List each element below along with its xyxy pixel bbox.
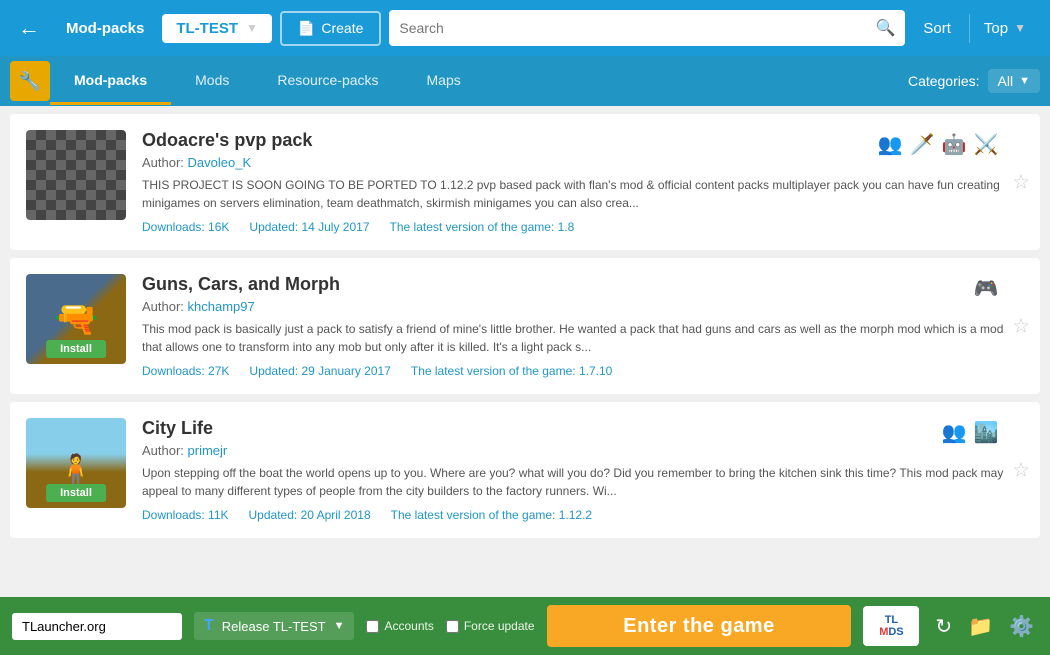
bottom-icons: ↻ 📁 ⚙️ [931,610,1038,643]
categories-dropdown-arrow: ▼ [1019,75,1030,87]
favorite-button-guns[interactable]: ☆ [1012,314,1030,339]
top-selector[interactable]: Top ▼ [969,14,1040,43]
create-icon: 📄 [298,20,315,37]
downloads-odoacre: 16K [208,220,229,234]
tag-robot-icon: 🤖 [940,130,968,158]
enter-game-button[interactable]: Enter the game [547,605,852,647]
mod-desc-odoacre: THIS PROJECT IS SOON GOING TO BE PORTED … [142,176,1024,212]
mod-title-city: City Life [142,418,1024,439]
downloads-city: 11K [208,508,228,522]
mod-meta-city: Downloads: 11K Updated: 20 April 2018 Th… [142,508,1024,522]
profile-selector[interactable]: TL-TEST ▼ [162,14,272,43]
settings-button[interactable]: ⚙️ [1005,610,1038,643]
search-box: 🔍 [389,10,905,46]
tag-players-icon: 👥 [876,130,904,158]
tl-release-icon: T [204,617,214,635]
mod-tags-odoacre: 👥 🗡️ 🤖 ⚔️ [876,130,1000,158]
tag-game-icon: 🎮 [972,274,1000,302]
categories-selector[interactable]: All ▼ [988,69,1040,93]
mod-author-city: Author: primejr [142,443,1024,458]
tag-swords-icon: ⚔️ [972,130,1000,158]
search-icon: 🔍 [875,18,895,38]
mod-meta-odoacre: Downloads: 16K Updated: 14 July 2017 The… [142,220,1024,234]
mod-image-odoacre [26,130,126,220]
force-update-checkbox[interactable] [446,620,459,633]
updated-guns: 29 January 2017 [301,364,390,378]
profile-dropdown-arrow: ▼ [246,21,258,35]
accounts-checkbox[interactable] [366,620,379,633]
favorite-button-odoacre[interactable]: ☆ [1012,170,1030,195]
downloads-guns: 27K [208,364,229,378]
content-area: Odoacre's pvp pack Author: Davoleo_K THI… [0,106,1050,597]
refresh-button[interactable]: ↻ [931,610,956,643]
mod-author-link-guns[interactable]: khchamp97 [188,299,255,314]
tag-players2-icon: 👥 [940,418,968,446]
mod-author-link-odoacre[interactable]: Davoleo_K [188,155,252,170]
updated-city: 20 April 2018 [301,508,371,522]
favorite-button-city[interactable]: ☆ [1012,458,1030,483]
version-odoacre: 1.8 [558,220,575,234]
bottom-bar: T Release TL-TEST ▼ Accounts Force updat… [0,597,1050,655]
mod-meta-guns: Downloads: 27K Updated: 29 January 2017 … [142,364,1024,378]
app-name-label: Mod-packs [56,14,154,43]
mod-desc-city: Upon stepping off the boat the world ope… [142,464,1024,500]
accounts-label: Accounts [384,619,433,633]
create-button[interactable]: 📄 Create [280,11,381,46]
categories-label: Categories: [908,73,980,89]
accounts-checkbox-group: Accounts [366,619,433,633]
mod-card-odoacre: Odoacre's pvp pack Author: Davoleo_K THI… [10,114,1040,250]
mod-image-guns: 🔫 Install [26,274,126,364]
settings-icon-button[interactable]: 🔧 [10,61,50,101]
tl-logo[interactable]: TLMDS [863,606,919,646]
force-update-label: Force update [464,619,535,633]
tag-city-icon: 🏙️ [972,418,1000,446]
search-input[interactable] [399,20,869,36]
updated-odoacre: 14 July 2017 [301,220,369,234]
mod-tags-guns: 🎮 [972,274,1000,302]
folder-button[interactable]: 📁 [964,610,997,643]
sort-button[interactable]: Sort [913,14,961,43]
mod-info-city: City Life Author: primejr Upon stepping … [142,418,1024,522]
mod-info-guns: Guns, Cars, and Morph Author: khchamp97 … [142,274,1024,378]
mod-title-guns: Guns, Cars, and Morph [142,274,1024,295]
install-badge-guns[interactable]: Install [46,340,106,358]
install-badge-city[interactable]: Install [46,484,106,502]
tab-mods[interactable]: Mods [171,58,253,105]
tab-mod-packs[interactable]: Mod-packs [50,58,171,105]
mod-author-link-city[interactable]: primejr [188,443,228,458]
mod-card-city: 🧍 Install City Life Author: primejr Upon… [10,402,1040,538]
url-input[interactable] [12,613,182,640]
tab-resource-packs[interactable]: Resource-packs [253,58,402,105]
mod-card-guns: 🔫 Install Guns, Cars, and Morph Author: … [10,258,1040,394]
release-text: Release TL-TEST [222,619,326,634]
version-city: 1.12.2 [559,508,592,522]
mod-image-city: 🧍 Install [26,418,126,508]
mod-desc-guns: This mod pack is basically just a pack t… [142,320,1024,356]
mod-tags-city: 👥 🏙️ [940,418,1000,446]
tab-maps[interactable]: Maps [403,58,485,105]
mod-author-guns: Author: khchamp97 [142,299,1024,314]
top-dropdown-arrow: ▼ [1014,21,1026,35]
release-selector[interactable]: T Release TL-TEST ▼ [194,612,354,640]
release-dropdown-arrow: ▼ [334,620,345,632]
tag-sword-icon: 🗡️ [908,130,936,158]
top-bar: ← Mod-packs TL-TEST ▼ 📄 Create 🔍 Sort To… [0,0,1050,56]
back-button[interactable]: ← [10,11,48,45]
version-guns: 1.7.10 [579,364,612,378]
nav-tabs: 🔧 Mod-packs Mods Resource-packs Maps Cat… [0,56,1050,106]
force-update-checkbox-group: Force update [446,619,535,633]
